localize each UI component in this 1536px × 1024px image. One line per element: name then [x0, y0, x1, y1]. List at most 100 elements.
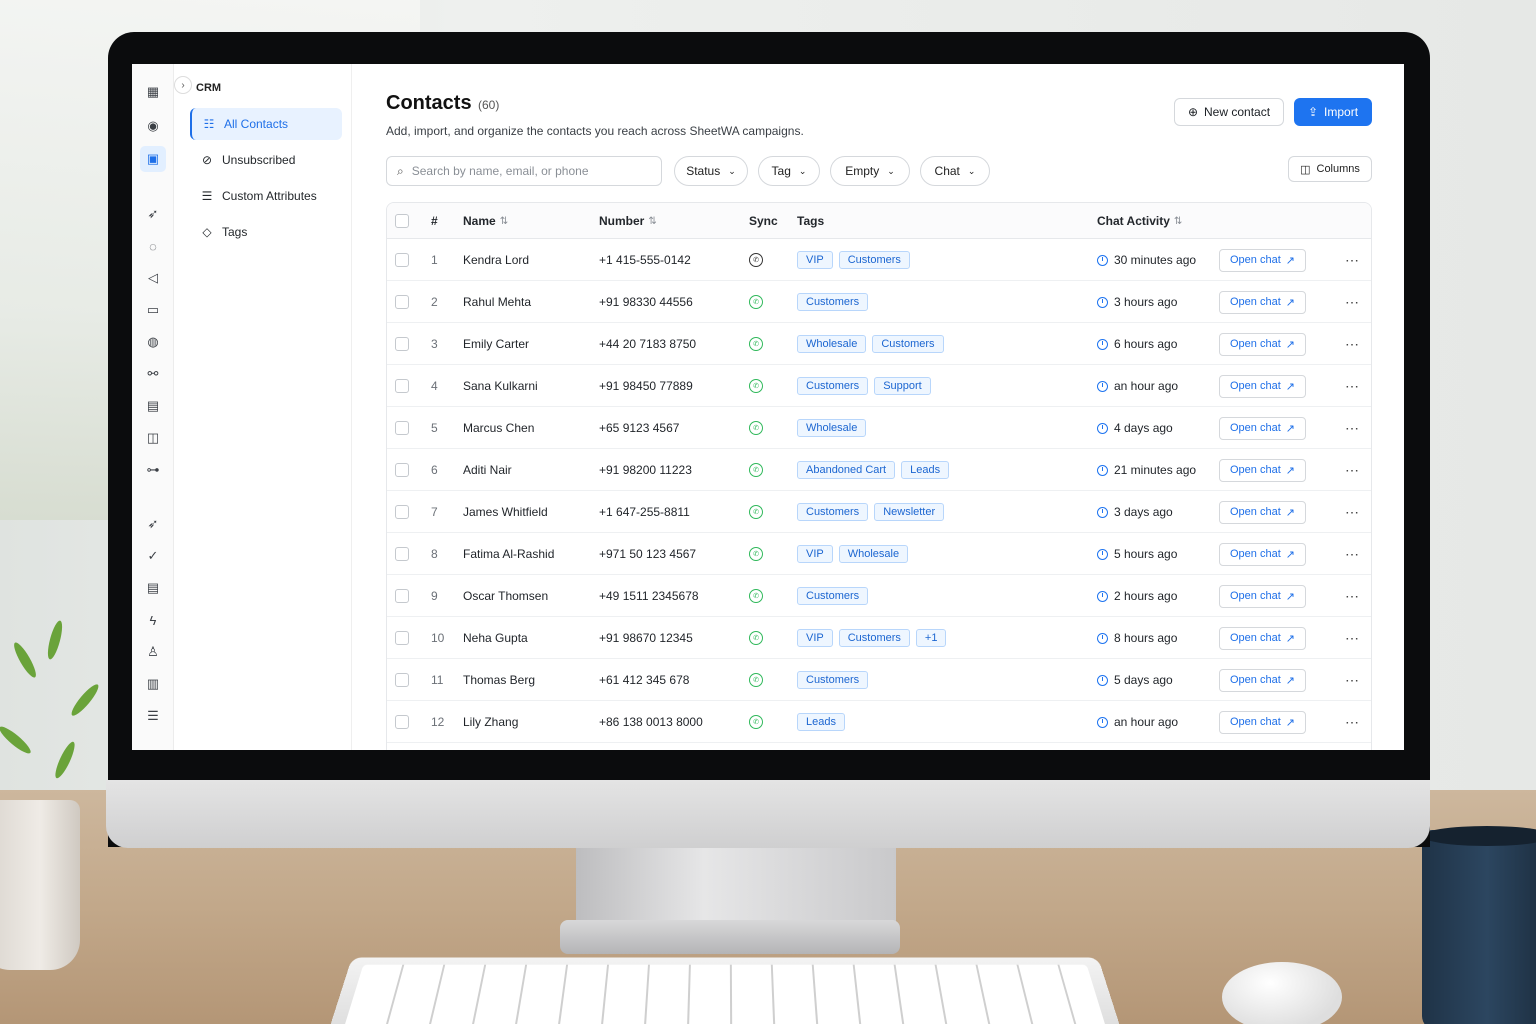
- table-row[interactable]: 4 Sana Kulkarni +91 98450 77889 ✆ Customers S…: [387, 365, 1371, 407]
- check-circle-icon[interactable]: ✓: [143, 546, 163, 566]
- table-row[interactable]: 3 Emily Carter +44 20 7183 8750 ✆ Wholesale C…: [387, 323, 1371, 365]
- row-more-button[interactable]: ⋯: [1345, 617, 1360, 659]
- tag-filter[interactable]: Tag ⌄: [758, 156, 820, 186]
- contact-name[interactable]: Fatima Al-Rashid: [463, 533, 554, 575]
- tag-badge[interactable]: Newsletter: [874, 503, 945, 521]
- contact-name[interactable]: Aditi Nair: [463, 449, 512, 491]
- row-checkbox[interactable]: [395, 323, 409, 365]
- lightning-icon[interactable]: ϟ: [143, 610, 163, 630]
- nav-item-unsubscribed[interactable]: ⊘ Unsubscribed: [190, 144, 342, 176]
- gallery-icon[interactable]: ◫: [143, 428, 163, 448]
- tag-badge[interactable]: Customers: [797, 377, 869, 395]
- contact-name[interactable]: Oscar Thomsen: [463, 575, 548, 617]
- user-circle-icon[interactable]: ◉: [143, 116, 163, 136]
- contact-name[interactable]: Kendra Lord: [463, 239, 529, 281]
- open-chat-button[interactable]: Open chat ↗: [1219, 533, 1306, 575]
- col-number[interactable]: Number ⇅: [599, 214, 657, 228]
- chevron-right-icon[interactable]: ›: [174, 76, 192, 94]
- select-all-checkbox[interactable]: [395, 214, 409, 228]
- contact-name[interactable]: Emily Carter: [463, 323, 529, 365]
- row-more-button[interactable]: ⋯: [1345, 575, 1360, 617]
- rocket-icon[interactable]: ➶: [143, 514, 163, 534]
- table-row[interactable]: 6 Aditi Nair +91 98200 11223 ✆ Abandoned Car…: [387, 449, 1371, 491]
- tag-badge[interactable]: Leads: [797, 713, 845, 731]
- dashboard-icon[interactable]: ▦: [143, 82, 163, 102]
- tag-badge[interactable]: Customers: [797, 587, 869, 605]
- open-chat-button[interactable]: Open chat ↗: [1219, 365, 1306, 407]
- table-row[interactable]: 5 Marcus Chen +65 9123 4567 ✆ Wholesale 4 day…: [387, 407, 1371, 449]
- row-more-button[interactable]: ⋯: [1345, 323, 1360, 365]
- table-row[interactable]: 1 Kendra Lord +1 415-555-0142 ✆ VIP Customers…: [387, 239, 1371, 281]
- rocket-icon[interactable]: ➶: [143, 204, 163, 224]
- megaphone-icon[interactable]: ◁: [143, 268, 163, 288]
- contact-name[interactable]: James Whitfield: [463, 491, 548, 533]
- empty-filter[interactable]: Empty ⌄: [830, 156, 910, 186]
- row-checkbox[interactable]: [395, 659, 409, 701]
- contact-name[interactable]: Lily Zhang: [463, 701, 518, 743]
- col-name[interactable]: Name ⇅: [463, 214, 508, 228]
- columns-button[interactable]: ◫ Columns: [1288, 156, 1372, 182]
- tag-badge[interactable]: VIP: [797, 251, 833, 269]
- workflow-icon[interactable]: ⊶: [143, 460, 163, 480]
- message-square-icon[interactable]: ▤: [143, 396, 163, 416]
- status-filter[interactable]: Status ⌄: [674, 156, 748, 186]
- tag-badge[interactable]: Customers: [797, 293, 869, 311]
- table-row[interactable]: 9 Oscar Thomsen +49 1511 2345678 ✆ Customers…: [387, 575, 1371, 617]
- tag-badge[interactable]: Wholesale: [838, 545, 909, 563]
- open-chat-button[interactable]: Open chat ↗: [1219, 575, 1306, 617]
- open-chat-button[interactable]: Open chat ↗: [1219, 617, 1306, 659]
- row-checkbox[interactable]: [395, 281, 409, 323]
- search-box[interactable]: ⌕: [386, 156, 662, 186]
- table-row[interactable]: 10 Neha Gupta +91 98670 12345 ✆ VIP Customers…: [387, 617, 1371, 659]
- nav-item-all-contacts[interactable]: ☷ All Contacts: [190, 108, 342, 140]
- bar-chart-icon[interactable]: ▥: [143, 674, 163, 694]
- comment-icon[interactable]: ▤: [143, 578, 163, 598]
- tag-badge[interactable]: Support: [874, 377, 931, 395]
- row-more-button[interactable]: ⋯: [1345, 239, 1360, 281]
- tag-badge[interactable]: +1: [915, 629, 947, 647]
- row-checkbox[interactable]: [395, 239, 409, 281]
- chat-filter[interactable]: Chat ⌄: [920, 156, 990, 186]
- row-more-button[interactable]: ⋯: [1345, 659, 1360, 701]
- table-row[interactable]: 11 Thomas Berg +61 412 345 678 ✆ Customers 5 …: [387, 659, 1371, 701]
- contact-name[interactable]: Rahul Mehta: [463, 281, 531, 323]
- tag-badge[interactable]: Leads: [901, 461, 950, 479]
- table-row[interactable]: 12 Lily Zhang +86 138 0013 8000 ✆ Leads an ho…: [387, 701, 1371, 743]
- tag-badge[interactable]: Customers: [797, 671, 869, 689]
- row-more-button[interactable]: ⋯: [1345, 701, 1360, 743]
- nav-item-custom-attributes[interactable]: ☰ Custom Attributes: [190, 180, 342, 212]
- tag-badge[interactable]: Customers: [872, 335, 944, 353]
- contact-name[interactable]: Neha Gupta: [463, 617, 528, 659]
- chat-sync-icon[interactable]: ◍: [143, 332, 163, 352]
- contact-name[interactable]: Marcus Chen: [463, 407, 534, 449]
- row-checkbox[interactable]: [395, 701, 409, 743]
- tag-badge[interactable]: Wholesale: [797, 419, 867, 437]
- nav-item-tags[interactable]: ◇ Tags: [190, 216, 342, 248]
- contact-name[interactable]: Thomas Berg: [463, 659, 535, 701]
- open-chat-button[interactable]: Open chat ↗: [1219, 281, 1306, 323]
- tag-badge[interactable]: Abandoned Cart: [797, 461, 896, 479]
- settings-sliders-icon[interactable]: ☰: [143, 706, 163, 726]
- flow-icon[interactable]: ⚯: [143, 364, 163, 384]
- import-button[interactable]: ⇪ Import: [1294, 98, 1372, 126]
- user-plus-icon[interactable]: ♙: [143, 642, 163, 662]
- table-row[interactable]: 7 James Whitfield +1 647-255-8811 ✆ Customer…: [387, 491, 1371, 533]
- row-checkbox[interactable]: [395, 617, 409, 659]
- tag-badge[interactable]: Wholesale: [797, 335, 867, 353]
- table-row[interactable]: 2 Rahul Mehta +91 98330 44556 ✆ Customers 3 h…: [387, 281, 1371, 323]
- row-checkbox[interactable]: [395, 491, 409, 533]
- tag-badge[interactable]: VIP: [797, 629, 833, 647]
- open-chat-button[interactable]: Open chat ↗: [1219, 323, 1306, 365]
- tag-badge[interactable]: Customers: [797, 503, 869, 521]
- contacts-icon[interactable]: ▣: [140, 146, 166, 172]
- col-chat-activity[interactable]: Chat Activity ⇅: [1097, 214, 1182, 228]
- inbox-icon[interactable]: ▭: [143, 300, 163, 320]
- row-checkbox[interactable]: [395, 449, 409, 491]
- whatsapp-icon[interactable]: ◌: [143, 236, 163, 256]
- row-more-button[interactable]: ⋯: [1345, 281, 1360, 323]
- row-checkbox[interactable]: [395, 533, 409, 575]
- contact-name[interactable]: Sana Kulkarni: [463, 365, 538, 407]
- row-more-button[interactable]: ⋯: [1345, 533, 1360, 575]
- row-more-button[interactable]: ⋯: [1345, 407, 1360, 449]
- new-contact-button[interactable]: ⊕ New contact: [1174, 98, 1284, 126]
